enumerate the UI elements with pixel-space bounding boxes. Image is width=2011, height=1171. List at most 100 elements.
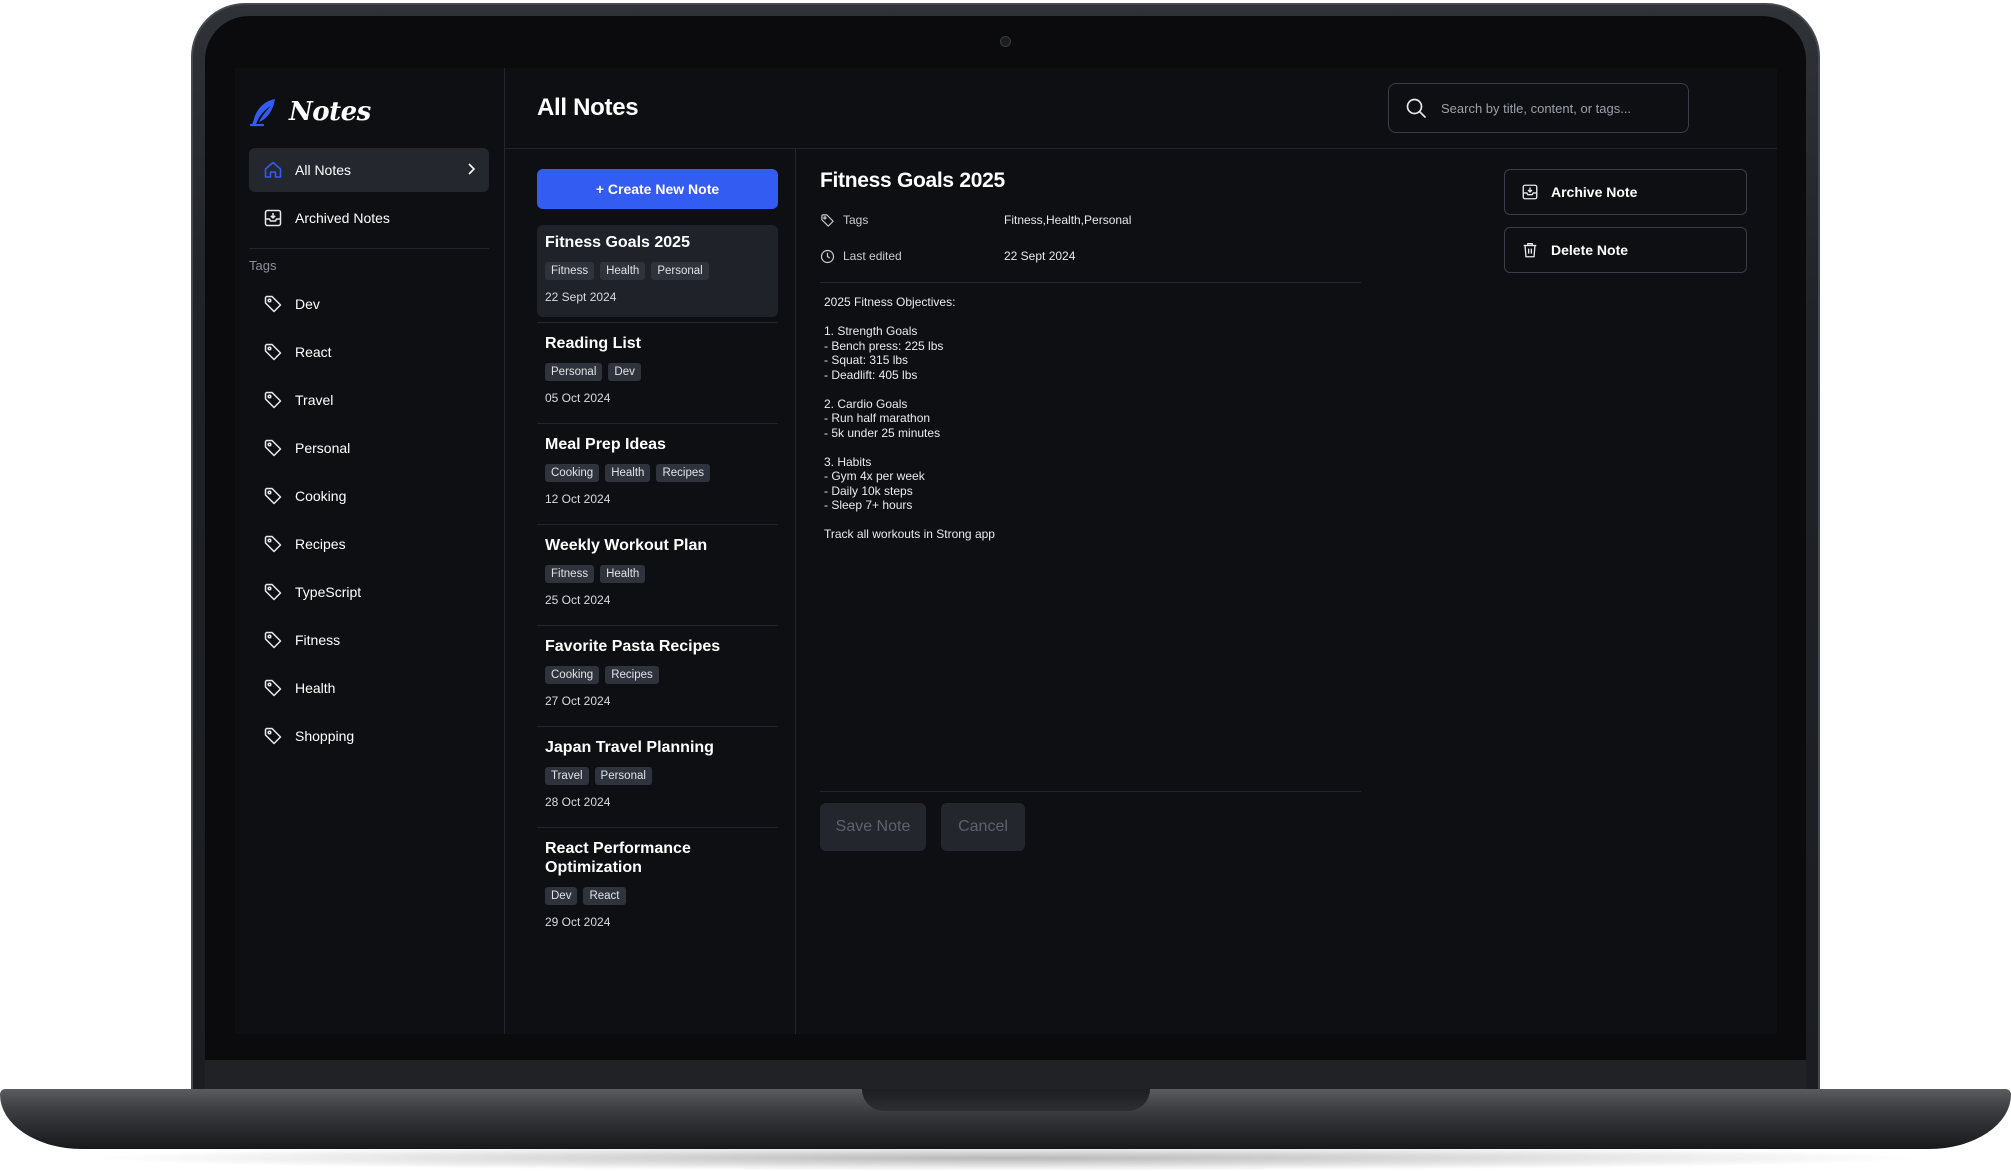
delete-note-label: Delete Note: [1551, 242, 1629, 258]
archive-note-label: Archive Note: [1551, 184, 1638, 200]
sidebar-tag-health[interactable]: Health: [263, 668, 335, 708]
list-divider: [795, 148, 796, 1034]
tag-chip: Health: [600, 565, 646, 583]
last-edited-label: Last edited: [843, 249, 902, 263]
tag-icon: [263, 390, 283, 410]
laptop-notch: [862, 1089, 1150, 1111]
note-separator: [537, 524, 778, 525]
archive-icon: [263, 208, 283, 228]
page-title: All Notes: [537, 94, 639, 121]
sidebar-tag-label: Cooking: [295, 488, 347, 504]
sidebar-tag-label: React: [295, 344, 332, 360]
tag-icon: [820, 213, 835, 228]
save-note-button[interactable]: Save Note: [820, 803, 926, 851]
tag-icon: [263, 678, 283, 698]
sidebar-tag-cooking[interactable]: Cooking: [263, 476, 346, 516]
create-note-button[interactable]: + Create New Note: [537, 169, 778, 209]
sidebar-tag-label: Health: [295, 680, 336, 696]
tag-chip: Recipes: [656, 464, 711, 482]
sidebar-tag-label: Recipes: [295, 536, 346, 552]
tag-chip: Personal: [594, 767, 652, 785]
sidebar-tag-react[interactable]: React: [263, 332, 332, 372]
note-title: Meal Prep Ideas: [545, 436, 666, 453]
tag-chip: Health: [605, 464, 651, 482]
note-detail-title: Fitness Goals 2025: [820, 169, 1005, 192]
sidebar-tag-label: Shopping: [295, 728, 355, 744]
sidebar-tag-label: Dev: [295, 296, 320, 312]
chevron-right-icon: [463, 161, 479, 177]
note-card[interactable]: Japan Travel Planning Travel Personal 28…: [537, 730, 778, 809]
note-separator: [537, 322, 778, 323]
sidebar-tag-label: Travel: [295, 392, 334, 408]
sidebar-tag-dev[interactable]: Dev: [263, 284, 320, 324]
tag-icon: [263, 630, 283, 650]
tag-icon: [263, 534, 283, 554]
note-separator: [537, 625, 778, 626]
sidebar-tag-fitness[interactable]: Fitness: [263, 620, 340, 660]
note-title: Reading List: [545, 335, 642, 352]
tag-chip: Travel: [545, 767, 589, 785]
note-date: 12 Oct 2024: [545, 492, 611, 506]
sidebar-item-archived-notes[interactable]: Archived Notes: [249, 196, 489, 240]
note-card[interactable]: Favorite Pasta Recipes Cooking Recipes 2…: [537, 629, 778, 708]
sidebar-tag-travel[interactable]: Travel: [263, 380, 333, 420]
note-card[interactable]: Weekly Workout Plan Fitness Health 25 Oc…: [537, 528, 778, 607]
search-input[interactable]: [1439, 99, 1679, 117]
sidebar-tag-label: Personal: [295, 440, 351, 456]
note-date: 05 Oct 2024: [545, 391, 611, 405]
note-tags: Fitness Health Personal: [545, 262, 770, 280]
sidebar-tag-typescript[interactable]: TypeScript: [263, 572, 361, 612]
note-tags: Dev React: [545, 887, 770, 905]
note-title: Weekly Workout Plan: [545, 537, 708, 554]
note-title: Japan Travel Planning: [545, 739, 714, 756]
archive-note-button[interactable]: Archive Note: [1504, 169, 1747, 215]
note-card[interactable]: Reading List Personal Dev 05 Oct 2024: [537, 326, 778, 405]
app-screen: Notes All Notes Archived Notes Tags Dev …: [235, 68, 1777, 1034]
note-tags-row: Tags Fitness,Health,Personal: [820, 210, 1131, 230]
note-tags: Fitness Health: [545, 565, 770, 583]
note-card[interactable]: React Performance Optimization Dev React…: [537, 831, 778, 929]
tag-chip: Personal: [545, 363, 603, 381]
search-box[interactable]: [1388, 83, 1689, 133]
tag-icon: [263, 342, 283, 362]
laptop-shadow: [80, 1145, 1930, 1171]
webcam: [1000, 36, 1011, 47]
tag-chip: Cooking: [545, 464, 600, 482]
detail-divider: [820, 282, 1361, 283]
tag-chip: Cooking: [545, 666, 600, 684]
sidebar-tag-label: Fitness: [295, 632, 341, 648]
tag-chip: Fitness: [545, 565, 595, 583]
sidebar-item-label: All Notes: [295, 162, 352, 178]
note-date: 28 Oct 2024: [545, 795, 611, 809]
note-card[interactable]: Meal Prep Ideas Cooking Health Recipes 1…: [537, 427, 778, 506]
note-date: 27 Oct 2024: [545, 694, 611, 708]
tags-value: Fitness,Health,Personal: [1004, 213, 1132, 227]
sidebar-tag-personal[interactable]: Personal: [263, 428, 350, 468]
sidebar: Notes All Notes Archived Notes Tags Dev …: [235, 68, 505, 1034]
tag-chip: Dev: [545, 887, 578, 905]
note-tags: Cooking Recipes: [545, 666, 770, 684]
tag-chip: Fitness: [545, 262, 595, 280]
app-name: Notes: [289, 97, 371, 127]
tag-chip: Health: [600, 262, 646, 280]
note-tags: Personal Dev: [545, 363, 770, 381]
note-title: Fitness Goals 2025: [545, 234, 690, 251]
detail-divider: [820, 791, 1361, 792]
search-icon: [1405, 97, 1427, 119]
tag-chip: Personal: [651, 262, 709, 280]
note-title: Favorite Pasta Recipes: [545, 638, 721, 655]
tag-icon: [263, 294, 283, 314]
note-date: 29 Oct 2024: [545, 915, 611, 929]
note-card[interactable]: Fitness Goals 2025 Fitness Health Person…: [537, 225, 778, 317]
cancel-button[interactable]: Cancel: [941, 803, 1025, 851]
delete-note-button[interactable]: Delete Note: [1504, 227, 1747, 273]
note-content-editor[interactable]: 2025 Fitness Objectives: 1. Strength Goa…: [824, 295, 995, 542]
tags-heading: Tags: [249, 258, 277, 273]
app-logo: Notes: [249, 94, 371, 130]
sidebar-tag-recipes[interactable]: Recipes: [263, 524, 346, 564]
tag-icon: [263, 438, 283, 458]
sidebar-item-all-notes[interactable]: All Notes: [249, 148, 489, 192]
trash-icon: [1521, 241, 1539, 259]
sidebar-tag-shopping[interactable]: Shopping: [263, 716, 354, 756]
note-separator: [537, 423, 778, 424]
